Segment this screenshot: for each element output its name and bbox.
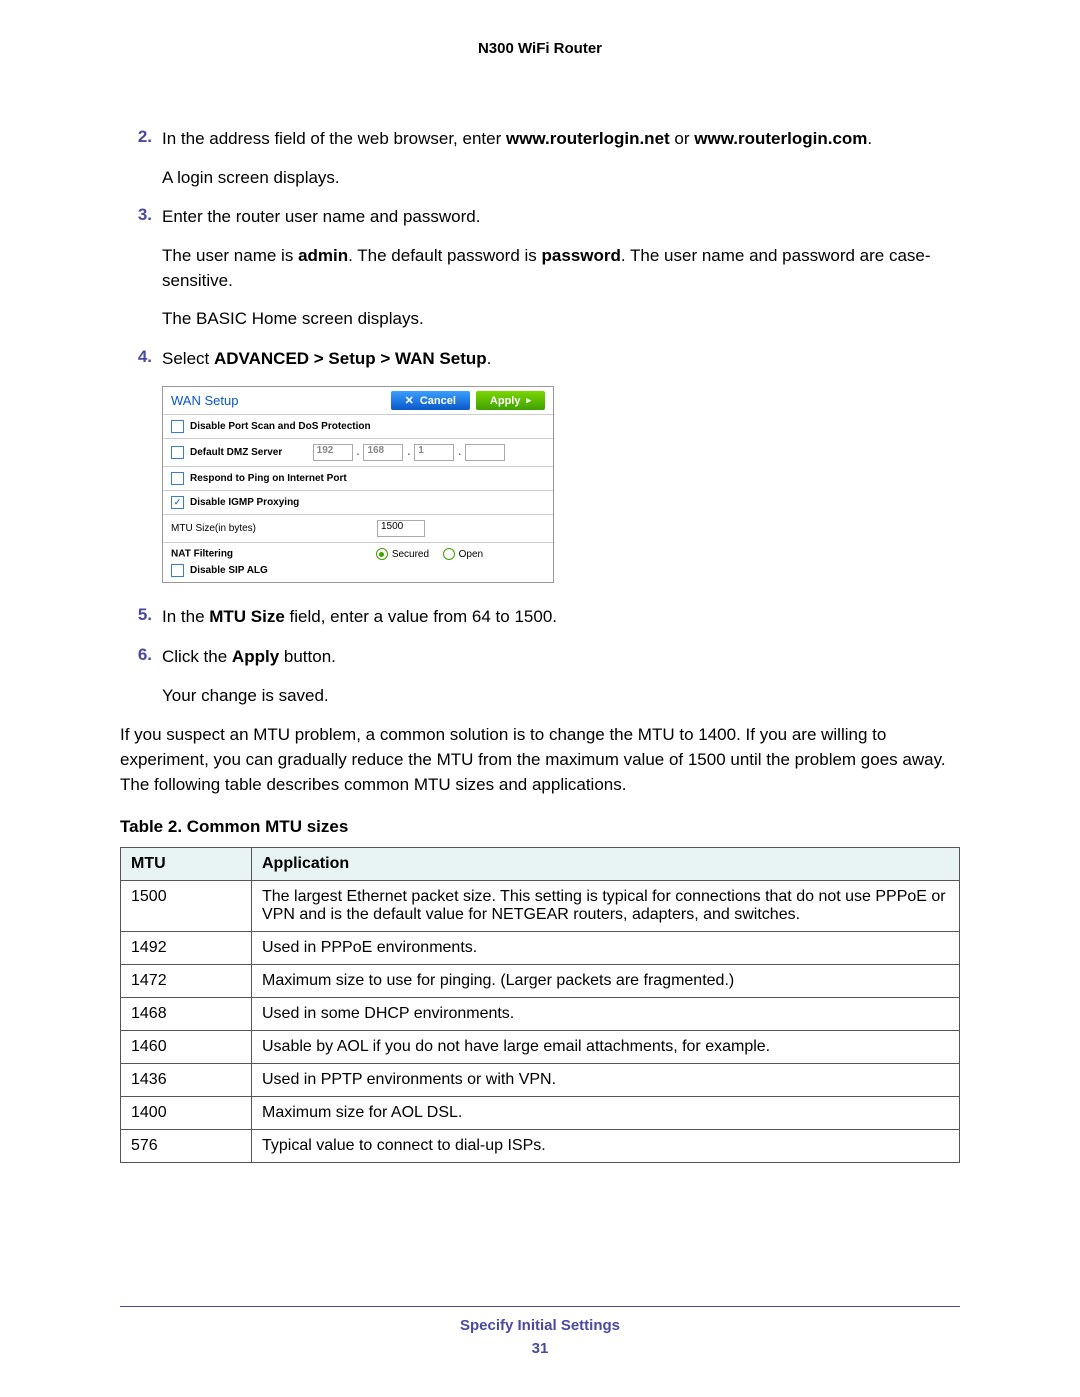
dmz-ip-3[interactable]: 1 [414,444,454,461]
step-4: 4. Select ADVANCED > Setup > WAN Setup. [120,347,960,372]
close-icon: ✕ [405,394,414,407]
mtu-cell: 1460 [121,1031,252,1064]
dmz-ip-2[interactable]: 168 [363,444,403,461]
step-6-line-2: Your change is saved. [162,684,960,709]
step-2: 2. In the address field of the web brows… [120,127,960,190]
mtu-cell: 576 [121,1130,252,1163]
mtu-cell: 1492 [121,932,252,965]
table-row: 1436Used in PPTP environments or with VP… [121,1064,960,1097]
checkbox-portscan[interactable] [171,420,184,433]
apply-button[interactable]: Apply ▸ [476,391,545,410]
step-5: 5. In the MTU Size field, enter a value … [120,605,960,630]
mtu-cell: 1500 [121,881,252,932]
radio-secured[interactable] [376,548,388,560]
dmz-ip-4[interactable] [465,444,505,461]
step-number: 6. [120,645,162,708]
footer-section: Specify Initial Settings [120,1317,960,1334]
label-nat: NAT Filtering [171,549,233,560]
footer-page-number: 31 [120,1340,960,1357]
step-3-line-2: The user name is admin. The default pass… [162,244,960,293]
row-mtu: MTU Size(in bytes) 1500 [163,514,553,542]
checkbox-ping[interactable] [171,472,184,485]
chevron-right-icon: ▸ [526,395,531,406]
label-dmz: Default DMZ Server [190,447,282,458]
application-cell: The largest Ethernet packet size. This s… [252,881,960,932]
cancel-label: Cancel [420,395,456,407]
application-cell: Used in PPTP environments or with VPN. [252,1064,960,1097]
radio-open[interactable] [443,548,455,560]
wan-title: WAN Setup [171,393,238,408]
label-open: Open [459,549,483,560]
application-cell: Maximum size to use for pinging. (Larger… [252,965,960,998]
step-3-line-1: Enter the router user name and password. [162,205,960,230]
mtu-cell: 1468 [121,998,252,1031]
wan-setup-panel: WAN Setup ✕ Cancel Apply ▸ Disable Port … [162,386,554,583]
checkbox-dmz[interactable] [171,446,184,459]
dmz-ip-1[interactable]: 192 [313,444,353,461]
checkbox-sip[interactable] [171,564,184,577]
row-nat: NAT Filtering Secured Open Disable SIP A… [163,542,553,582]
application-cell: Used in some DHCP environments. [252,998,960,1031]
step-number: 3. [120,205,162,332]
mtu-cell: 1472 [121,965,252,998]
mtu-size-input[interactable]: 1500 [377,520,425,537]
step-3-line-3: The BASIC Home screen displays. [162,307,960,332]
page-footer: Specify Initial Settings 31 [120,1306,960,1357]
step-5-line-1: In the MTU Size field, enter a value fro… [162,605,960,630]
row-ping: Respond to Ping on Internet Port [163,466,553,490]
table-row: 1500The largest Ethernet packet size. Th… [121,881,960,932]
step-number: 5. [120,605,162,630]
step-3: 3. Enter the router user name and passwo… [120,205,960,332]
apply-label: Apply [490,395,521,407]
mtu-cell: 1436 [121,1064,252,1097]
table-row: 1400Maximum size for AOL DSL. [121,1097,960,1130]
table-row: 1472Maximum size to use for pinging. (La… [121,965,960,998]
step-6-line-1: Click the Apply button. [162,645,960,670]
mtu-explanation: If you suspect an MTU problem, a common … [120,723,960,797]
cancel-button[interactable]: ✕ Cancel [391,391,470,410]
table-caption: Table 2. Common MTU sizes [120,817,960,837]
col-mtu: MTU [121,848,252,881]
step-6: 6. Click the Apply button. Your change i… [120,645,960,708]
table-row: 1468Used in some DHCP environments. [121,998,960,1031]
step-4-line-1: Select ADVANCED > Setup > WAN Setup. [162,347,960,372]
label-portscan: Disable Port Scan and DoS Protection [190,421,371,432]
row-portscan: Disable Port Scan and DoS Protection [163,414,553,438]
step-2-line-2: A login screen displays. [162,166,960,191]
application-cell: Typical value to connect to dial-up ISPs… [252,1130,960,1163]
mtu-cell: 1400 [121,1097,252,1130]
checkbox-igmp[interactable]: ✓ [171,496,184,509]
table-row: 576Typical value to connect to dial-up I… [121,1130,960,1163]
label-secured: Secured [392,549,429,560]
label-mtu: MTU Size(in bytes) [171,523,256,534]
step-number: 4. [120,347,162,372]
col-application: Application [252,848,960,881]
row-igmp: ✓ Disable IGMP Proxying [163,490,553,514]
application-cell: Usable by AOL if you do not have large e… [252,1031,960,1064]
label-sip: Disable SIP ALG [190,565,268,576]
application-cell: Used in PPPoE environments. [252,932,960,965]
row-dmz: Default DMZ Server 192. 168. 1. [163,438,553,466]
mtu-table: MTU Application 1500The largest Ethernet… [120,847,960,1163]
step-number: 2. [120,127,162,190]
table-row: 1492Used in PPPoE environments. [121,932,960,965]
table-row: 1460Usable by AOL if you do not have lar… [121,1031,960,1064]
step-2-line-1: In the address field of the web browser,… [162,127,960,152]
application-cell: Maximum size for AOL DSL. [252,1097,960,1130]
label-igmp: Disable IGMP Proxying [190,497,299,508]
label-ping: Respond to Ping on Internet Port [190,473,347,484]
page-header: N300 WiFi Router [120,40,960,57]
